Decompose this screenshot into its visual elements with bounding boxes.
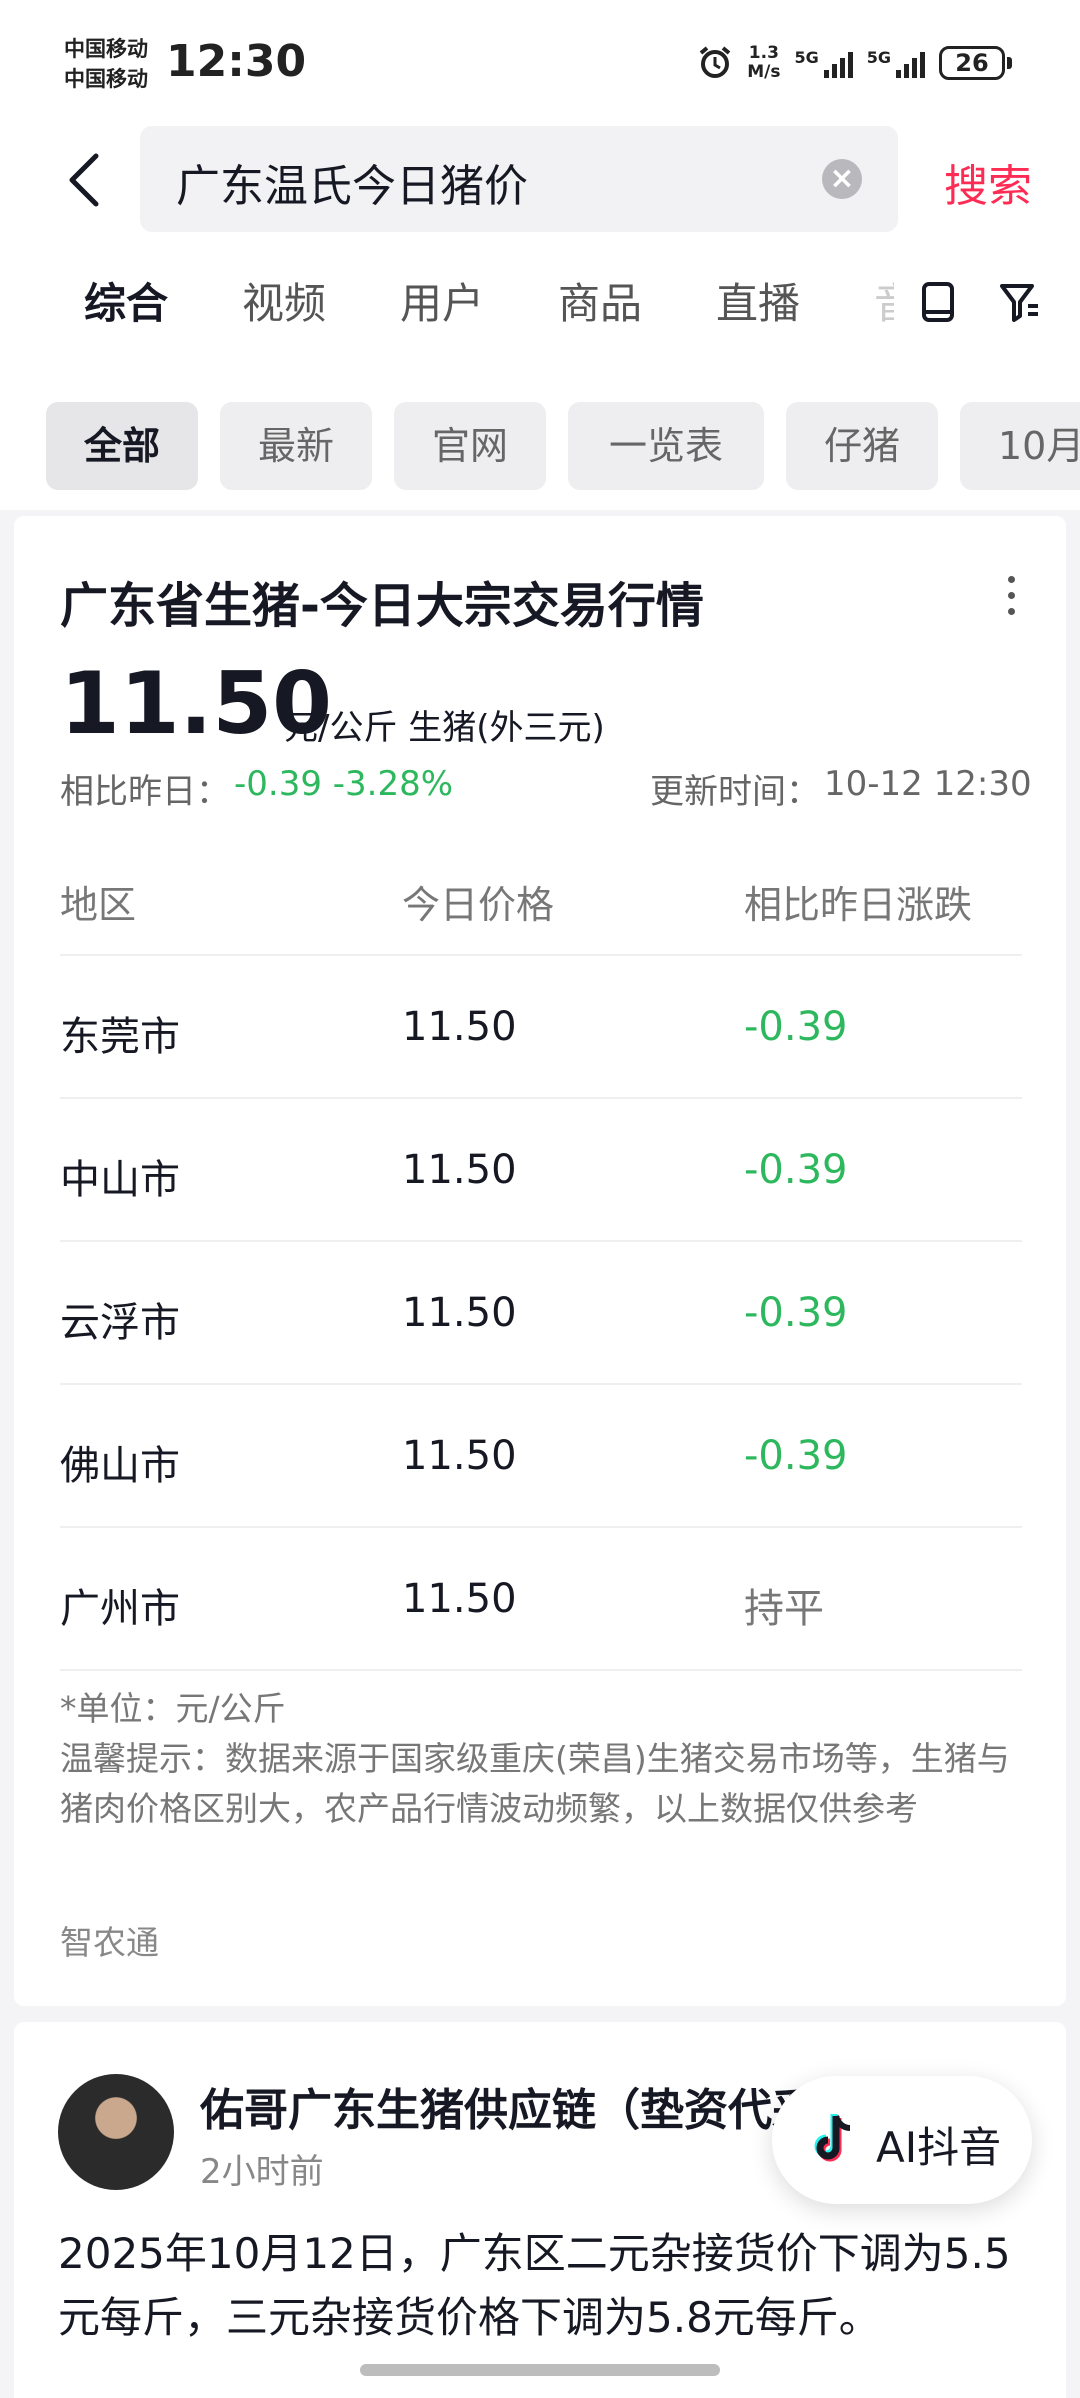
chip-overview[interactable]: 一览表 (568, 402, 764, 490)
compare-value: -0.39 -3.28% (234, 764, 454, 804)
region-cell: 广州市 (60, 1586, 180, 1632)
avatar[interactable] (58, 2074, 174, 2190)
change-cell: -0.39 (744, 1004, 848, 1050)
tab-overall[interactable]: 综合 (84, 270, 168, 331)
tab-music[interactable]: 音 (874, 270, 894, 331)
search-results-page: 中国移动 中国移动 12:30 1.3 M/s 5G 5G 26 广东温氏今日猪… (0, 0, 1080, 2398)
search-query[interactable]: 广东温氏今日猪价 (176, 150, 528, 214)
clear-icon[interactable]: × (822, 159, 862, 199)
ai-douyin-label: AI抖音 (876, 2123, 1002, 2172)
battery-level: 26 (939, 46, 1005, 80)
region-cell: 云浮市 (60, 1300, 180, 1346)
filter-icon[interactable] (998, 280, 1042, 324)
status-icons: 1.3 M/s 5G 5G 26 (697, 44, 1012, 82)
status-bar: 中国移动 中国移动 12:30 1.3 M/s 5G 5G 26 (0, 0, 1080, 120)
carrier-1: 中国移动 (64, 37, 148, 61)
home-indicator[interactable] (360, 2364, 720, 2376)
post-author[interactable]: 佑哥广东生猪供应链（垫资代采 (200, 2074, 816, 2138)
update-time: 10-12 12:30 (824, 764, 1032, 804)
search-button[interactable]: 搜索 (944, 150, 1032, 214)
table-row: 广州市 11.50 持平 (60, 1528, 1022, 1671)
region-cell: 中山市 (60, 1157, 180, 1203)
chip-official[interactable]: 官网 (394, 402, 546, 490)
compare-label: 相比昨日： (60, 772, 230, 812)
post-text[interactable]: 2025年10月12日，广东区二元杂接货价下调为5.5元每斤，三元杂接货价格下调… (58, 2222, 1038, 2350)
price-cell: 11.50 (402, 1004, 517, 1050)
chip-all[interactable]: 全部 (46, 402, 198, 490)
update-label: 更新时间： (650, 772, 820, 812)
battery-icon: 26 (939, 46, 1012, 80)
column-header: 今日价格 (402, 883, 555, 927)
back-arrow-icon[interactable] (56, 150, 116, 210)
table-row: 中山市 11.50 -0.39 (60, 1099, 1022, 1242)
change-cell: -0.39 (744, 1433, 848, 1479)
chip-piglet[interactable]: 仔猪 (786, 402, 938, 490)
price-cell: 11.50 (402, 1433, 517, 1479)
price-card: 广东省生猪-今日大宗交易行情 11.50 元/公斤 生猪(外三元) 相比昨日： … (14, 516, 1066, 2006)
table-row: 云浮市 11.50 -0.39 (60, 1242, 1022, 1385)
ai-douyin-button[interactable]: AI抖音 (772, 2076, 1032, 2204)
change-cell: -0.39 (744, 1147, 848, 1193)
status-clock: 12:30 (166, 36, 307, 87)
net-speed-value: 1.3 (748, 43, 779, 63)
price-cell: 11.50 (402, 1290, 517, 1336)
tab-users[interactable]: 用户 (400, 270, 484, 331)
data-note: *单位：元/公斤 温馨提示：数据来源于国家级重庆(荣昌)生猪交易市场等，生猪与猪… (60, 1684, 1030, 1834)
table-row: 佛山市 11.50 -0.39 (60, 1385, 1022, 1528)
douyin-logo-icon (814, 2114, 851, 2162)
filter-chips: 全部 最新 官网 一览表 仔猪 10月 (0, 402, 1080, 492)
search-input[interactable]: 广东温氏今日猪价 × (140, 126, 898, 232)
change-cell: -0.39 (744, 1290, 848, 1336)
signal-icon: 5G (867, 48, 925, 78)
price-cell: 11.50 (402, 1147, 517, 1193)
post-time: 2小时前 (200, 2152, 324, 2192)
price-cell: 11.50 (402, 1576, 517, 1622)
net-speed-unit: M/s (747, 62, 781, 82)
change-cell: 持平 (744, 1586, 824, 1632)
alarm-icon (699, 46, 731, 78)
carrier-2: 中国移动 (64, 67, 148, 91)
tablet-icon[interactable] (916, 280, 960, 324)
column-header: 地区 (60, 883, 137, 927)
unit-note: *单位：元/公斤 (60, 1689, 286, 1728)
carrier-info: 中国移动 中国移动 (64, 34, 148, 94)
signal-2-label: 5G (866, 48, 891, 67)
tab-video[interactable]: 视频 (242, 270, 326, 331)
table-row: 东莞市 11.50 -0.39 (60, 956, 1022, 1099)
region-cell: 东莞市 (60, 1014, 180, 1060)
signal-icon: 5G (794, 48, 853, 78)
tab-products[interactable]: 商品 (558, 270, 642, 331)
price-table: 地区 今日价格 相比昨日涨跌 东莞市 11.50 -0.39 中山市 11.50… (60, 846, 1022, 1671)
net-speed: 1.3 M/s (747, 44, 780, 82)
tab-live[interactable]: 直播 (716, 270, 800, 331)
data-tip: 温馨提示：数据来源于国家级重庆(荣昌)生猪交易市场等，生猪与猪肉价格区别大，农产… (60, 1739, 1010, 1828)
column-header: 相比昨日涨跌 (744, 883, 973, 927)
price-unit: 元/公斤 生猪(外三元) (284, 708, 605, 748)
table-header: 地区 今日价格 相比昨日涨跌 (60, 846, 1022, 956)
region-cell: 佛山市 (60, 1443, 180, 1489)
signal-1-label: 5G (794, 48, 819, 67)
data-source[interactable]: 智农通 (60, 1916, 159, 1964)
card-title: 广东省生猪-今日大宗交易行情 (60, 578, 704, 634)
search-header: 广东温氏今日猪价 × 搜索 综合 视频 用户 商品 直播 音 全部 最新 官网 … (0, 120, 1080, 510)
chip-october[interactable]: 10月 (960, 402, 1080, 490)
more-options-icon[interactable] (1008, 576, 1016, 620)
chip-latest[interactable]: 最新 (220, 402, 372, 490)
